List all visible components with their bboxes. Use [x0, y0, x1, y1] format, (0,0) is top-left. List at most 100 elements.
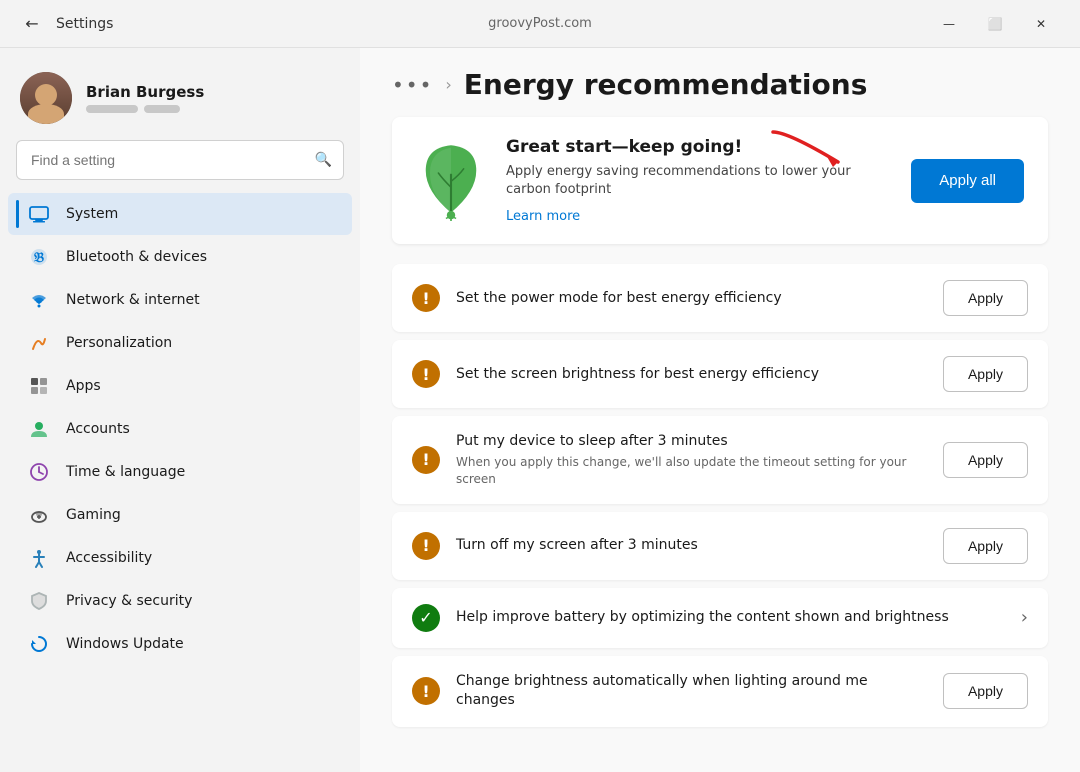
rec-action-5: Apply	[943, 673, 1028, 709]
sidebar-item-personalization[interactable]: Personalization	[8, 322, 352, 364]
apply-button-2[interactable]: Apply	[943, 442, 1028, 478]
sidebar-label-gaming: Gaming	[66, 507, 121, 523]
breadcrumb-sep: ›	[445, 75, 451, 94]
sidebar-label-privacy: Privacy & security	[66, 593, 192, 609]
sidebar-item-accessibility[interactable]: Accessibility	[8, 537, 352, 579]
rec-item-power-mode: ! Set the power mode for best energy eff…	[392, 264, 1048, 332]
time-icon	[28, 461, 50, 483]
rec-text-1: Set the screen brightness for best energ…	[456, 365, 927, 385]
sidebar-label-network: Network & internet	[66, 292, 200, 308]
rec-item-sleep: ! Put my device to sleep after 3 minutes…	[392, 416, 1048, 503]
close-button[interactable]: ✕	[1018, 8, 1064, 40]
bluetooth-icon: 𝔅	[28, 246, 50, 268]
rec-title-1: Set the screen brightness for best energ…	[456, 365, 927, 385]
rec-title-2: Put my device to sleep after 3 minutes	[456, 432, 927, 452]
rec-title-4: Help improve battery by optimizing the c…	[456, 608, 1005, 628]
rec-subtitle-2: When you apply this change, we'll also u…	[456, 454, 927, 488]
rec-text-4: Help improve battery by optimizing the c…	[456, 608, 1005, 628]
sidebar-item-network[interactable]: Network & internet	[8, 279, 352, 321]
sidebar-item-accounts[interactable]: Accounts	[8, 408, 352, 450]
warning-icon-5: !	[412, 677, 440, 705]
user-bars	[86, 105, 340, 113]
system-icon	[28, 203, 50, 225]
titlebar: ← Settings groovyPost.com — ⬜ ✕	[0, 0, 1080, 48]
search-input[interactable]	[16, 140, 344, 180]
minimize-button[interactable]: —	[926, 8, 972, 40]
apply-button-5[interactable]: Apply	[943, 673, 1028, 709]
gaming-icon	[28, 504, 50, 526]
sidebar-item-system[interactable]: System	[8, 193, 352, 235]
rec-item-screen-off: ! Turn off my screen after 3 minutes App…	[392, 512, 1048, 580]
recommendations-list: ! Set the power mode for best energy eff…	[392, 264, 1048, 726]
search-box: 🔍	[16, 140, 344, 180]
rec-item-battery[interactable]: ✓ Help improve battery by optimizing the…	[392, 588, 1048, 648]
sidebar-label-time: Time & language	[66, 464, 185, 480]
rec-text-0: Set the power mode for best energy effic…	[456, 289, 927, 309]
back-button[interactable]: ←	[16, 8, 48, 40]
learn-more-link[interactable]: Learn more	[506, 209, 580, 224]
network-icon	[28, 289, 50, 311]
rec-text-2: Put my device to sleep after 3 minutes W…	[456, 432, 927, 487]
warning-icon-1: !	[412, 360, 440, 388]
svg-text:𝔅: 𝔅	[33, 250, 44, 266]
warning-icon-0: !	[412, 284, 440, 312]
user-bar-2	[144, 105, 180, 113]
user-profile: Brian Burgess	[0, 64, 360, 140]
apply-all-button[interactable]: Apply all	[911, 159, 1024, 203]
rec-action-2: Apply	[943, 442, 1028, 478]
rec-action-1: Apply	[943, 356, 1028, 392]
nav-list: System 𝔅 Bluetooth & devices	[0, 192, 360, 772]
promo-banner: Great start—keep going! Apply energy sav…	[392, 117, 1048, 244]
accounts-icon	[28, 418, 50, 440]
search-icon: 🔍	[315, 152, 332, 168]
sidebar-item-update[interactable]: Windows Update	[8, 623, 352, 665]
sidebar-label-accessibility: Accessibility	[66, 550, 152, 566]
sidebar-item-apps[interactable]: Apps	[8, 365, 352, 407]
apply-button-3[interactable]: Apply	[943, 528, 1028, 564]
rec-title-3: Turn off my screen after 3 minutes	[456, 536, 927, 556]
warning-icon-3: !	[412, 532, 440, 560]
user-bar-1	[86, 105, 138, 113]
rec-action-0: Apply	[943, 280, 1028, 316]
chevron-right-icon: ›	[1021, 607, 1028, 628]
rec-item-auto-brightness: ! Change brightness automatically when l…	[392, 656, 1048, 727]
main-content: ••• › Energy recommendations	[360, 48, 1080, 772]
personalization-icon	[28, 332, 50, 354]
sidebar-item-privacy[interactable]: Privacy & security	[8, 580, 352, 622]
apply-button-1[interactable]: Apply	[943, 356, 1028, 392]
sidebar-label-accounts: Accounts	[66, 421, 130, 437]
user-name: Brian Burgess	[86, 83, 340, 101]
content-header: ••• › Energy recommendations	[360, 48, 1080, 117]
sidebar: Brian Burgess 🔍	[0, 48, 360, 772]
avatar	[20, 72, 72, 124]
red-arrow	[768, 127, 858, 186]
page-title: Energy recommendations	[464, 68, 868, 101]
rec-action-3: Apply	[943, 528, 1028, 564]
app-body: Brian Burgess 🔍	[0, 48, 1080, 772]
success-icon-4: ✓	[412, 604, 440, 632]
rec-text-5: Change brightness automatically when lig…	[456, 672, 927, 711]
sidebar-label-update: Windows Update	[66, 636, 184, 652]
sidebar-label-personalization: Personalization	[66, 335, 172, 351]
breadcrumb-dots: •••	[392, 73, 433, 97]
titlebar-url: groovyPost.com	[488, 16, 592, 31]
leaf-icon	[416, 141, 486, 221]
apply-button-0[interactable]: Apply	[943, 280, 1028, 316]
rec-title-0: Set the power mode for best energy effic…	[456, 289, 927, 309]
sidebar-label-system: System	[66, 206, 118, 222]
user-info: Brian Burgess	[86, 83, 340, 113]
warning-icon-2: !	[412, 446, 440, 474]
apps-icon	[28, 375, 50, 397]
rec-text-3: Turn off my screen after 3 minutes	[456, 536, 927, 556]
rec-title-5: Change brightness automatically when lig…	[456, 672, 927, 711]
sidebar-label-apps: Apps	[66, 378, 101, 394]
sidebar-item-bluetooth[interactable]: 𝔅 Bluetooth & devices	[8, 236, 352, 278]
sidebar-item-time[interactable]: Time & language	[8, 451, 352, 493]
restore-button[interactable]: ⬜	[972, 8, 1018, 40]
rec-item-brightness: ! Set the screen brightness for best ene…	[392, 340, 1048, 408]
rec-action-4: ›	[1021, 607, 1028, 628]
privacy-icon	[28, 590, 50, 612]
update-icon	[28, 633, 50, 655]
app-title: Settings	[56, 16, 113, 32]
sidebar-item-gaming[interactable]: Gaming	[8, 494, 352, 536]
